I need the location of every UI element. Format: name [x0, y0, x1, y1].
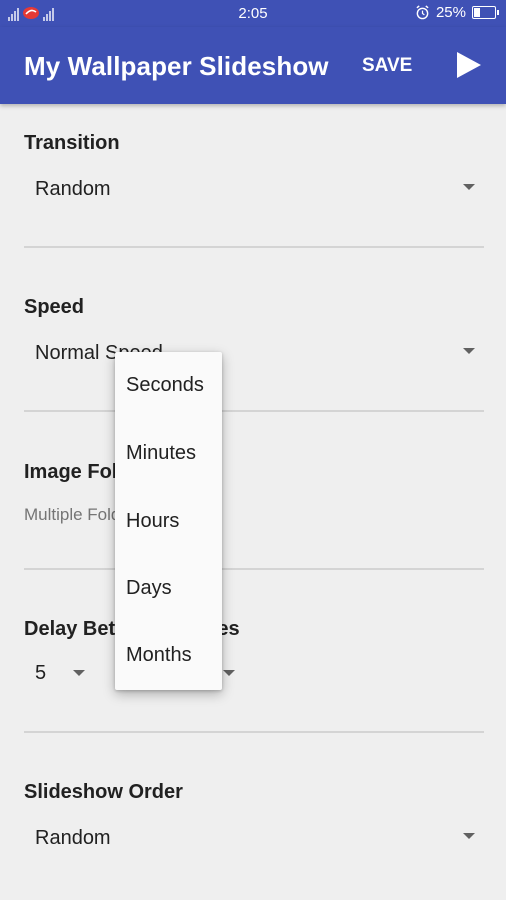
chevron-down-icon: [463, 184, 475, 190]
battery-percent: 25%: [435, 4, 466, 21]
divider: [24, 568, 484, 570]
time-unit-dropdown: Seconds Minutes Hours Days Months: [115, 352, 222, 690]
chevron-down-icon: [463, 348, 475, 354]
dropdown-option-seconds[interactable]: Seconds: [115, 352, 222, 420]
dropdown-option-hours[interactable]: Hours: [115, 488, 222, 556]
slideshow-order-spinner[interactable]: Random: [24, 817, 484, 859]
status-bar: 2:05 25%: [0, 0, 506, 27]
option-label: Hours: [126, 510, 180, 532]
transition-value: Random: [35, 178, 111, 200]
speed-label: Speed: [24, 296, 85, 318]
delay-amount-spinner[interactable]: 5: [24, 652, 104, 694]
option-label: Months: [126, 644, 192, 666]
speed-spinner[interactable]: Normal Speed: [24, 332, 484, 374]
delay-amount-value: 5: [35, 662, 47, 684]
dropdown-option-minutes[interactable]: Minutes: [115, 420, 222, 488]
alarm-icon: [416, 5, 429, 20]
dropdown-option-days[interactable]: Days: [115, 555, 222, 623]
divider: [24, 731, 484, 733]
divider: [24, 246, 484, 248]
play-icon[interactable]: [452, 49, 484, 81]
option-label: Seconds: [126, 374, 204, 396]
slideshow-order-value: Random: [35, 827, 111, 849]
app-bar: My Wallpaper Slideshow SAVE: [0, 27, 506, 104]
battery-icon: [472, 6, 499, 19]
transition-spinner[interactable]: Random: [24, 168, 484, 210]
chevron-down-icon: [223, 670, 235, 676]
app-title: My Wallpaper Slideshow: [24, 51, 329, 81]
transition-label: Transition: [24, 132, 120, 154]
slideshow-order-label: Slideshow Order: [24, 781, 183, 803]
status-right: 25%: [415, 4, 499, 21]
save-button[interactable]: SAVE: [362, 55, 412, 77]
option-label: Minutes: [126, 442, 197, 464]
divider: [24, 410, 484, 412]
dropdown-option-months[interactable]: Months: [115, 622, 222, 690]
battery-fill: [474, 8, 480, 17]
option-label: Days: [126, 577, 172, 599]
chevron-down-icon: [463, 833, 475, 839]
chevron-down-icon: [73, 670, 85, 676]
